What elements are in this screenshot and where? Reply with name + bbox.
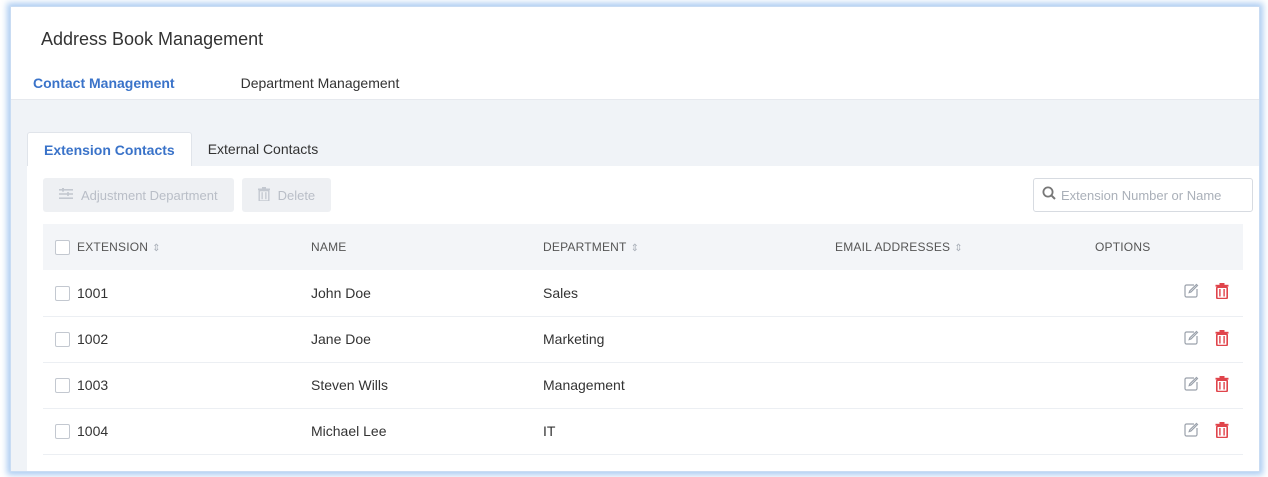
table-row: 1003 Steven Wills Management	[43, 362, 1243, 408]
edit-icon[interactable]	[1183, 330, 1199, 346]
sub-tabs: Extension Contacts External Contacts	[27, 132, 334, 168]
row-checkbox[interactable]	[55, 332, 70, 348]
sort-icon[interactable]: ⇕	[152, 243, 161, 254]
adjustment-department-label: Adjustment Department	[81, 187, 218, 203]
row-checkbox[interactable]	[55, 424, 70, 440]
delete-label: Delete	[277, 187, 316, 203]
app-window: Address Book Management Contact Manageme…	[10, 6, 1260, 472]
cell-email	[835, 316, 1095, 362]
cell-name: Jane Doe	[311, 331, 371, 347]
cell-name: John Doe	[311, 284, 371, 301]
column-options-label: OPTIONS	[1095, 240, 1151, 254]
column-department-label: DEPARTMENT	[543, 240, 627, 254]
table-row: 1002 Jane Doe Marketing	[43, 316, 1243, 362]
column-name: NAME	[311, 224, 543, 270]
cell-name: Michael Lee	[311, 423, 387, 439]
page-title: Address Book Management	[41, 29, 264, 49]
cell-options	[1095, 316, 1243, 362]
cell-department: Management	[543, 377, 625, 393]
delete-icon[interactable]	[1213, 421, 1229, 438]
edit-icon[interactable]	[1183, 376, 1199, 392]
cell-options	[1095, 362, 1243, 408]
search-box	[1033, 178, 1253, 212]
delete-button[interactable]: Delete	[241, 178, 332, 212]
edit-icon[interactable]	[1183, 283, 1199, 299]
column-email[interactable]: EMAIL ADDRESSES ⇕	[835, 224, 1095, 270]
cell-department: IT	[543, 423, 556, 439]
column-email-label: EMAIL ADDRESSES	[835, 240, 951, 254]
contacts-table: EXTENSION ⇕ NAME DEPARTMENT ⇕ EMAIL ADDRES…	[43, 224, 1243, 455]
delete-icon[interactable]	[1213, 375, 1229, 392]
cell-email	[835, 408, 1095, 454]
cell-department: Sales	[543, 284, 579, 301]
column-extension[interactable]: EXTENSION ⇕	[77, 224, 311, 270]
table-row: 1001 John Doe Sales	[43, 270, 1243, 316]
tab-extension-contacts[interactable]: Extension Contacts	[27, 132, 192, 168]
search-icon	[1042, 186, 1056, 205]
content-area: Extension Contacts External Contacts Adj…	[11, 99, 1259, 471]
adjustment-department-button[interactable]: Adjustment Department	[43, 178, 234, 212]
column-name-label: NAME	[311, 240, 347, 254]
select-all-cell	[43, 224, 77, 270]
search-input[interactable]	[1061, 187, 1251, 203]
cell-department: Marketing	[543, 331, 605, 347]
edit-icon[interactable]	[1183, 422, 1199, 438]
cell-extension: 1004	[77, 423, 109, 439]
cell-email	[835, 362, 1095, 408]
sort-icon[interactable]: ⇕	[954, 243, 963, 254]
cell-options	[1095, 270, 1243, 316]
table-header-row: EXTENSION ⇕ NAME DEPARTMENT ⇕ EMAIL ADDRES…	[43, 224, 1243, 270]
trash-icon	[257, 186, 270, 204]
contacts-panel: Adjustment Department Delete Extension N…	[27, 166, 1259, 471]
cell-options	[1095, 408, 1243, 454]
cell-extension: 1001	[77, 284, 109, 301]
table-row: 1004 Michael Lee IT	[43, 408, 1243, 454]
row-checkbox[interactable]	[55, 286, 70, 302]
row-checkbox[interactable]	[55, 378, 70, 394]
list-adjust-icon	[59, 187, 73, 203]
column-department[interactable]: DEPARTMENT ⇕	[543, 224, 835, 270]
cell-extension: 1002	[77, 331, 109, 347]
cell-name: Steven Wills	[311, 377, 389, 393]
select-all-checkbox[interactable]	[55, 239, 70, 255]
delete-icon[interactable]	[1213, 329, 1229, 346]
sort-icon[interactable]: ⇕	[631, 243, 640, 254]
delete-icon[interactable]	[1213, 283, 1229, 300]
cell-extension: 1003	[77, 377, 109, 393]
column-extension-label: EXTENSION	[77, 240, 149, 254]
column-options: OPTIONS	[1095, 224, 1243, 270]
tab-external-contacts[interactable]: External Contacts	[192, 132, 335, 168]
cell-email	[835, 270, 1095, 316]
toolbar: Adjustment Department Delete	[43, 178, 332, 212]
